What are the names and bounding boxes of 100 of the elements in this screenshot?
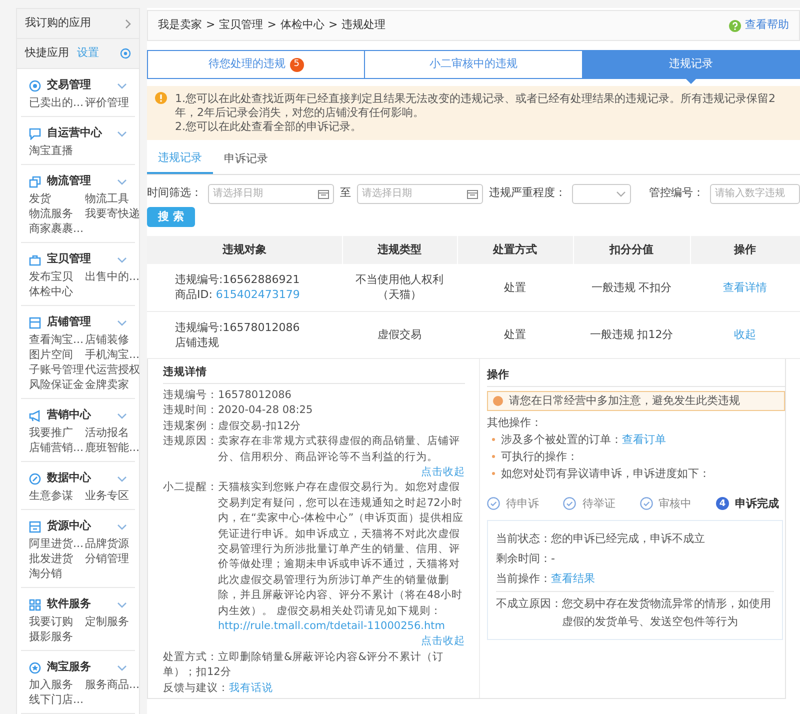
bullet-icon [492,454,495,458]
calendar-icon [467,188,478,198]
help-link[interactable]: 查看帮助 [745,17,789,34]
group-title[interactable]: 货源中心 [47,518,91,535]
panel-title: 违规详情 [163,362,465,384]
menu-link[interactable]: 业务专区 [85,488,141,503]
column-header: 违规对象 [147,236,342,264]
chevron-down-icon[interactable] [117,82,127,88]
check-circle-icon [563,497,576,510]
table-cell: 虚假交易 [342,311,457,358]
chevron-down-icon[interactable] [117,178,127,184]
quick-apps-label: 快捷应用 [25,45,69,62]
status-text: 当前状态：您的申诉已经完成，申诉不成立 [496,532,705,544]
group-title[interactable]: 自运营中心 [47,125,102,142]
menu-link[interactable]: 风险保证金 [29,377,85,392]
filter-label: 管控编号： [649,185,704,202]
chevron-right-icon[interactable] [125,18,131,28]
menu-link[interactable]: 发布宝贝 [29,269,85,284]
chevron-down-icon[interactable] [117,256,127,262]
filter-label: 时间筛选： [147,185,202,202]
menu-link[interactable]: 发货 [29,191,85,206]
menu-link[interactable]: 淘宝直播 [29,143,85,158]
chevron-down-icon[interactable] [117,320,127,326]
column-header: 扣分分值 [573,236,690,264]
status-text: 当前操作： [496,572,551,584]
menu-link[interactable]: 店铺营销... [29,440,85,455]
menu-link[interactable]: 鹿班智能... [85,440,141,455]
column-header: 处置方式 [457,236,573,264]
menu-link[interactable]: 我要推广 [29,425,85,440]
settings-icon[interactable] [120,48,131,59]
menu-link[interactable]: 阿里进货... [29,536,85,551]
group-title[interactable]: 软件服务 [47,596,91,613]
menu-link[interactable]: 查看淘宝... [29,332,85,347]
menu-link[interactable]: 加入服务 [29,677,85,692]
group-title[interactable]: 物流管理 [47,173,91,190]
boxes-icon [29,176,41,188]
menu-link[interactable]: 手机淘宝... [85,347,141,362]
field-label: 违规原因： [163,434,218,450]
target-icon [29,80,41,92]
step-label: 审核中 [658,496,692,512]
group-title[interactable]: 交易管理 [47,77,91,94]
menu-link[interactable]: 子账号管理 [29,362,85,377]
menu-link[interactable]: 出售中的... [85,269,141,284]
notice-text: 2.您可以在此处查看全部的申诉记录。 [175,120,362,134]
menu-link[interactable]: 批发进货 [29,551,85,566]
menu-link[interactable]: 代运营授权 [85,362,141,377]
group-title[interactable]: 营销中心 [47,407,91,424]
chevron-down-icon[interactable] [117,412,127,418]
step-label: 待申诉 [506,496,539,512]
breadcrumb-separator: > [328,17,338,34]
bag-icon [29,254,41,266]
severity-select[interactable] [572,184,631,204]
breadcrumb-item: 违规处理 [342,17,386,34]
breadcrumb-item[interactable]: 我是卖家 [158,17,202,34]
menu-link[interactable]: 我要寄快递 [85,206,141,221]
chevron-down-icon[interactable] [117,602,127,608]
menu-link[interactable]: 物流工具 [85,191,141,206]
chevron-down-icon[interactable] [117,524,127,530]
chevron-down-icon[interactable] [117,664,127,670]
menu-link[interactable]: 服务商品... [85,677,141,692]
menu-link[interactable]: 分销管理 [85,551,141,566]
menu-link[interactable]: 品牌货源 [85,536,141,551]
menu-link[interactable]: 淘分销 [29,566,85,581]
notice-text: 1.您可以在此处查找近两年已经直接判定且结果无法改变的违规记录、或者已经有处理结果的违规记录。所有违规记录保留2年，2年后记录会消失，对您的店铺没有任何影响。 [175,92,776,120]
check-circle-icon [640,497,653,510]
menu-link[interactable]: 物流服务 [29,206,85,221]
field-value: 卖家存在非常规方式获得虚假的商品销量、店铺评分、信用积分、商品评论等不当利益的行为。 [218,434,461,465]
menu-link[interactable]: 我要订购 [29,614,85,629]
menu-link[interactable]: 店铺装修 [85,332,141,347]
date-field[interactable]: 请选择日期 [208,184,334,204]
menu-link[interactable]: 线下门店... [29,692,85,707]
subtab[interactable]: 申诉记录 [213,148,279,174]
group-title[interactable]: 宝贝管理 [47,251,91,268]
menu-link[interactable]: 图片空间 [29,347,85,362]
table-cell: 不当使用他人权利（天猫） [342,264,457,311]
breadcrumb-item[interactable]: 宝贝管理 [219,17,264,34]
breadcrumb-item[interactable]: 体检中心 [280,17,324,34]
group-title[interactable]: 数据中心 [47,470,91,487]
menu-link[interactable]: 已卖出的... [29,95,85,110]
badge-icon [29,662,41,674]
field-value: 16578012086 [218,388,292,403]
menu-link[interactable]: 生意参谋 [29,488,85,503]
menu-link[interactable]: 活动报名 [85,425,141,440]
menu-link[interactable]: 商家裹裹... [29,221,85,236]
group-title[interactable]: 店铺管理 [47,314,91,331]
panel-title: 操作 [487,364,785,386]
column-header: 违规类型 [342,236,457,264]
menu-link[interactable]: 定制服务 [85,614,141,629]
chevron-down-icon[interactable] [117,130,127,136]
group-title[interactable]: 淘宝服务 [47,659,91,676]
control-number-field[interactable]: 请输入数字违规 [710,184,800,204]
menu-link[interactable]: 摄影服务 [29,629,85,644]
menu-link[interactable]: 金牌卖家 [85,377,141,392]
help-icon[interactable] [729,20,741,32]
step-number: 4 [716,497,729,510]
chevron-down-icon[interactable] [117,476,127,482]
menu-link[interactable]: 评价管理 [85,95,141,110]
date-field[interactable]: 请选择日期 [357,184,483,204]
field-label: 违规时间： [163,403,218,418]
menu-link[interactable]: 体检中心 [29,284,85,299]
